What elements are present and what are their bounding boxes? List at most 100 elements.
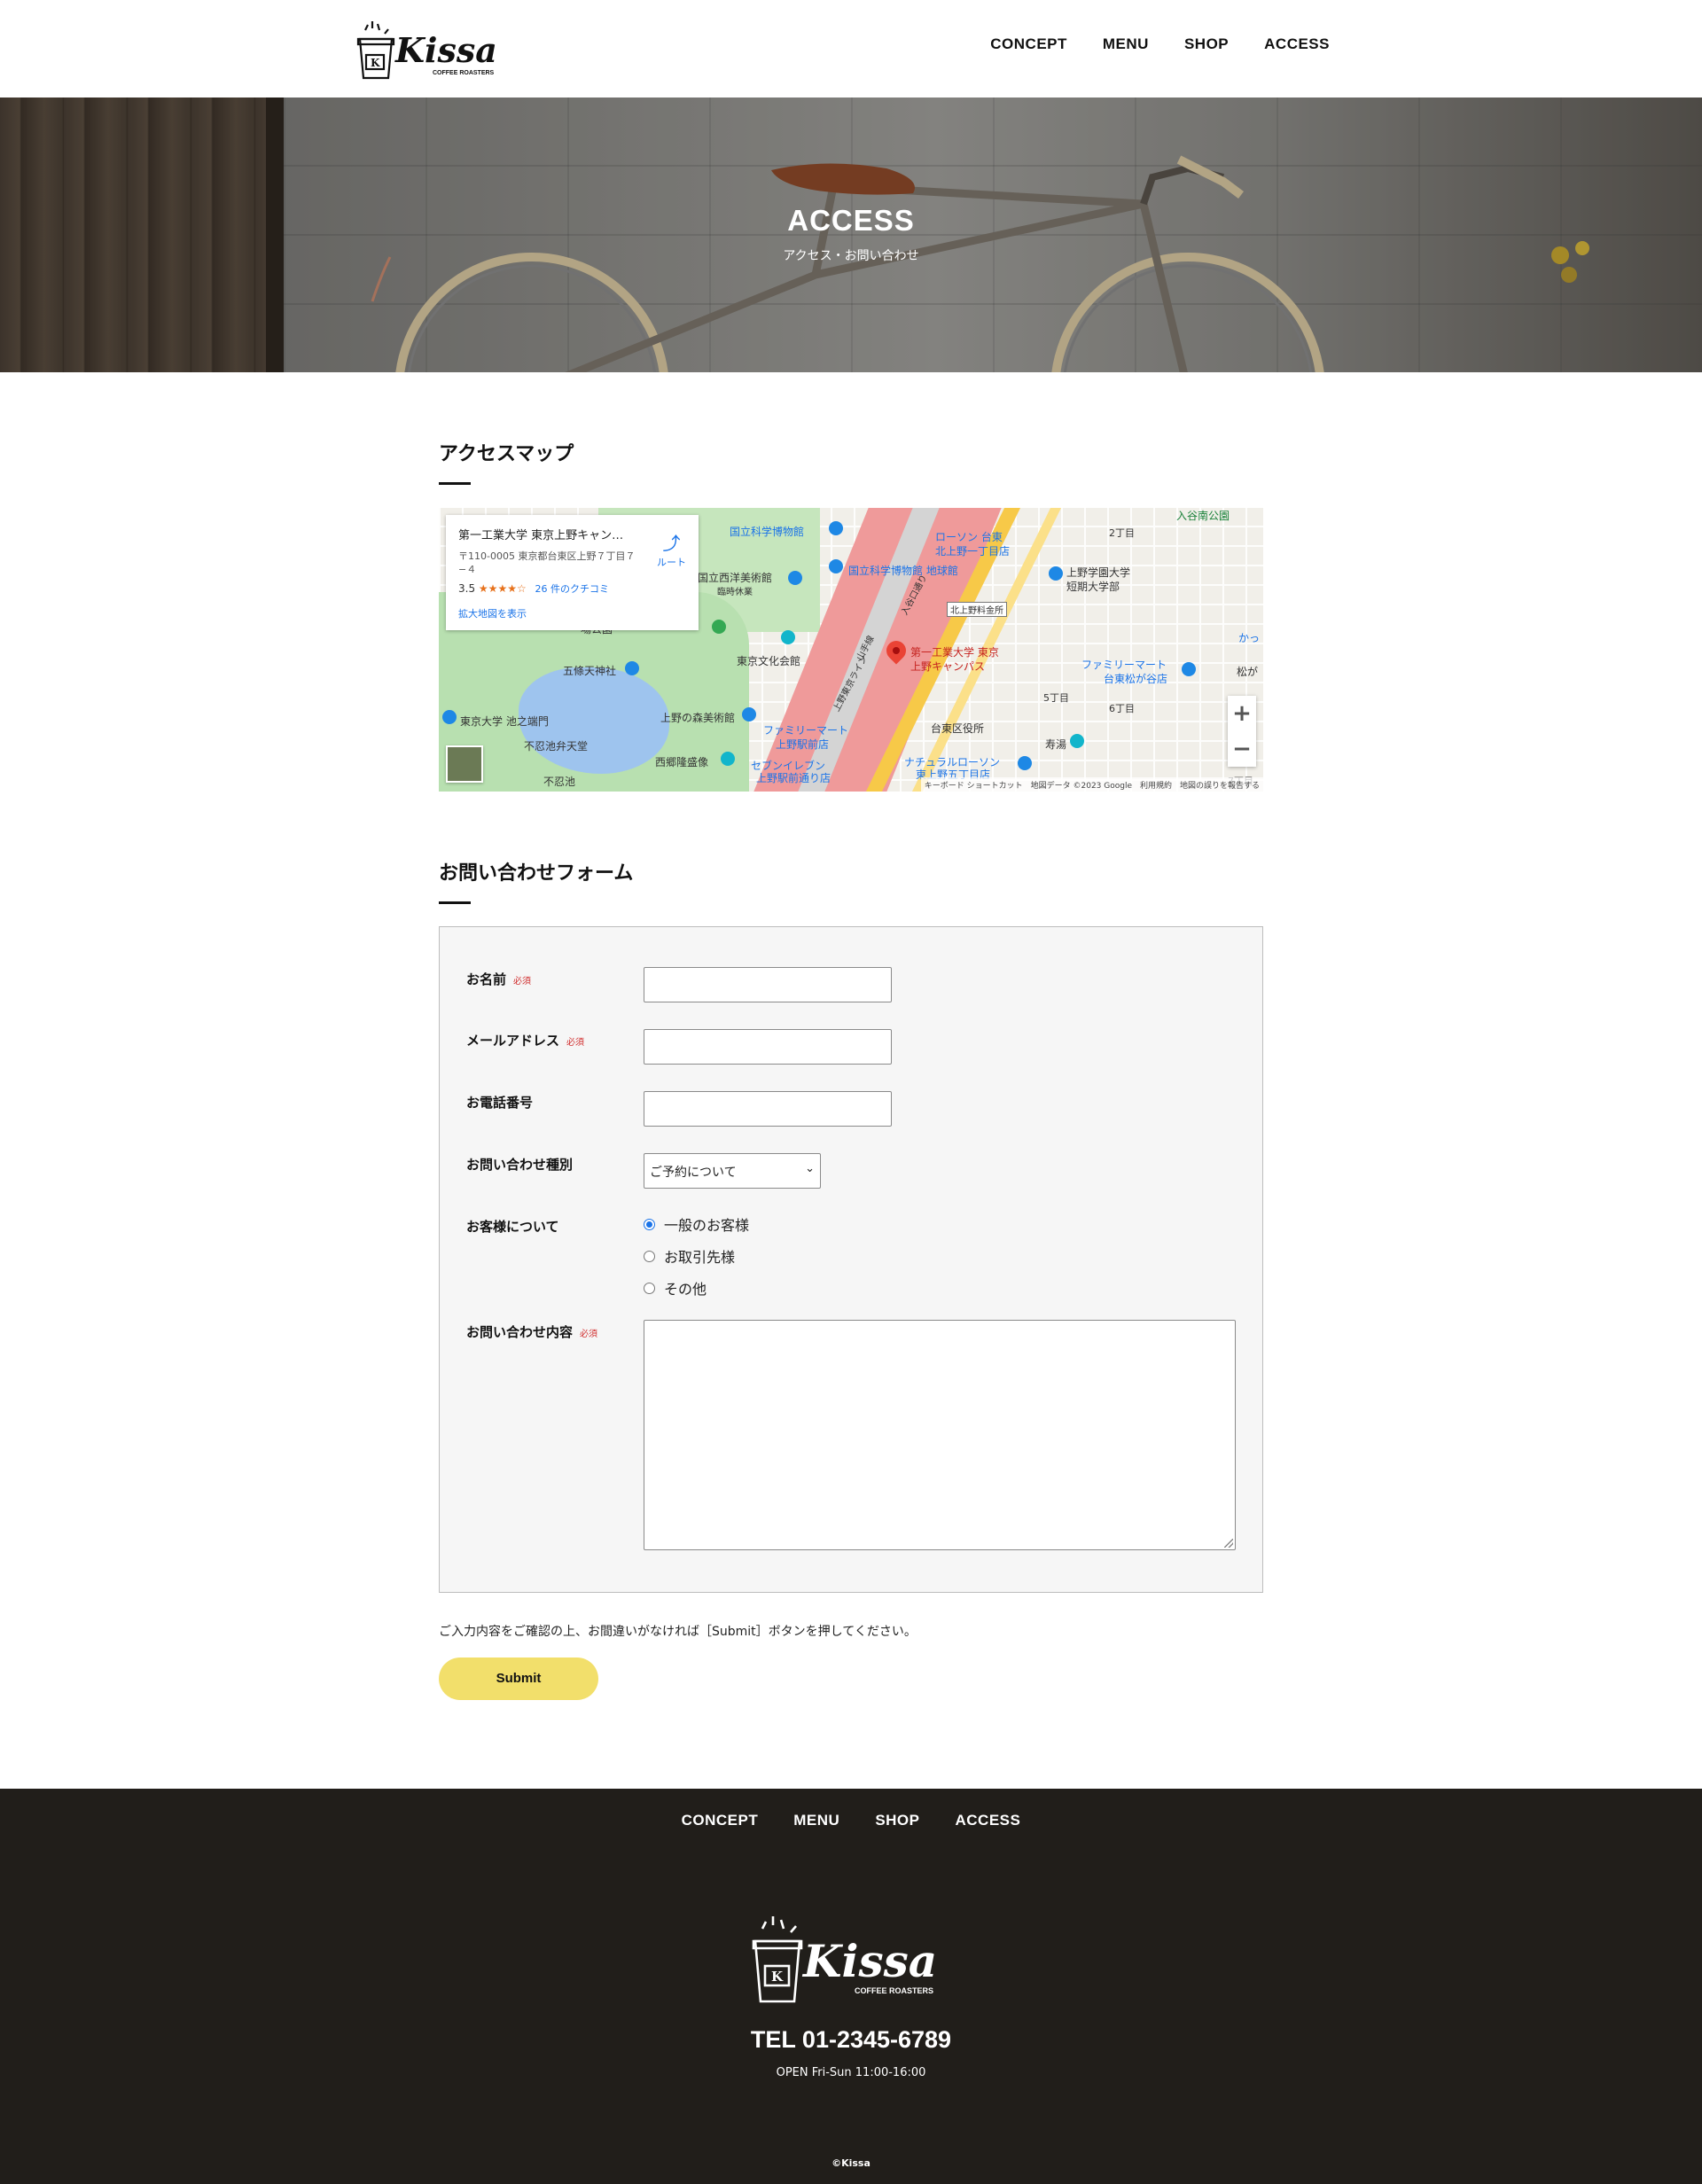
svg-text:K: K: [371, 57, 380, 69]
map-label: 北上野料金所: [947, 602, 1007, 617]
satellite-toggle[interactable]: [446, 745, 483, 783]
site-header: K Kissa COFFEE ROASTERS CONCEPT MENU SHO…: [0, 0, 1702, 98]
map-label: 5丁目: [1043, 692, 1069, 704]
radio-label: お取引先様: [664, 1249, 736, 1266]
footer-nav-shop[interactable]: SHOP: [875, 1812, 919, 1829]
inquiry-type-label: お問い合わせ種別: [466, 1155, 573, 1174]
map-label: 6丁目: [1109, 703, 1135, 714]
footer-nav-access[interactable]: ACCESS: [956, 1812, 1021, 1829]
nav-menu[interactable]: MENU: [1103, 35, 1149, 53]
view-larger-map-link[interactable]: 拡大地図を表示: [458, 606, 686, 620]
email-input[interactable]: [644, 1029, 892, 1065]
hero-banner: ACCESS アクセス・お問い合わせ: [0, 98, 1702, 372]
footer-kissa-logo[interactable]: K Kissa COFFEE ROASTERS: [745, 1904, 957, 2010]
footer-nav: CONCEPT MENU SHOP ACCESS: [0, 1812, 1702, 1829]
name-input[interactable]: [644, 967, 892, 1002]
radio-selected-icon[interactable]: [644, 1218, 655, 1230]
map-label[interactable]: 上野の森美術館: [660, 710, 735, 725]
map-label: 松が: [1237, 666, 1259, 678]
map-label[interactable]: 東京文化会館: [737, 653, 800, 668]
name-label: お名前 必須: [466, 970, 531, 988]
kissa-logo[interactable]: K Kissa COFFEE ROASTERS: [351, 12, 511, 83]
zoom-in-button[interactable]: +: [1228, 696, 1256, 731]
nav-shop[interactable]: SHOP: [1184, 35, 1229, 53]
landmark-icon[interactable]: [442, 710, 457, 724]
map-label: 短期大学部: [1066, 581, 1120, 593]
reviews-link[interactable]: 26 件のクチコミ: [535, 583, 610, 595]
museum-icon[interactable]: [829, 559, 843, 573]
zoom-out-button[interactable]: −: [1228, 731, 1256, 767]
required-badge: 必須: [566, 1038, 585, 1048]
store-icon[interactable]: [1018, 756, 1032, 770]
inquiry-type-select[interactable]: ご予約について ⌄: [644, 1153, 821, 1189]
museum-icon[interactable]: [829, 521, 843, 535]
email-label-text: メールアドレス: [466, 1033, 560, 1049]
map-label[interactable]: 台東区役所: [931, 721, 984, 736]
map-label: 2丁目: [1109, 527, 1135, 539]
footer-copyright: ©Kissa: [831, 2157, 871, 2169]
place-address: 〒110-0005 東京都台東区上野７丁目７−４: [458, 550, 636, 575]
svg-text:COFFEE ROASTERS: COFFEE ROASTERS: [855, 1986, 933, 1995]
map-label[interactable]: 国立科学博物館 地球館: [848, 563, 958, 578]
directions-button[interactable]: ⤴ ルート: [657, 529, 686, 569]
statue-icon[interactable]: [721, 752, 735, 766]
map-label[interactable]: ファミリーマート: [1081, 657, 1167, 672]
required-badge: 必須: [513, 977, 532, 987]
svg-text:Kissa: Kissa: [801, 1935, 937, 1987]
map-attribution[interactable]: キーボード ショートカット 地図データ ©2023 Google 利用規約 地図…: [920, 777, 1263, 792]
radio-general-customer[interactable]: 一般のお客様: [644, 1213, 749, 1235]
submit-button[interactable]: Submit: [439, 1658, 598, 1700]
email-label: メールアドレス 必須: [466, 1031, 584, 1049]
phone-input[interactable]: [644, 1091, 892, 1127]
page-subtitle: アクセス・お問い合わせ: [783, 249, 919, 263]
radio-other[interactable]: その他: [644, 1277, 707, 1299]
svg-text:Kissa: Kissa: [394, 30, 497, 70]
directions-icon: ⤴: [662, 533, 681, 554]
map-label[interactable]: 入谷南公園: [1176, 508, 1230, 523]
map-label[interactable]: 不忍池弁天堂: [524, 738, 588, 753]
map-label[interactable]: 不忍池: [543, 774, 575, 789]
map-label[interactable]: 五條天神社: [563, 663, 616, 678]
inquiry-type-value: ご予約について: [650, 1166, 737, 1180]
resize-handle-icon[interactable]: [1224, 1539, 1233, 1548]
museum-icon[interactable]: [788, 571, 802, 585]
message-textarea[interactable]: [644, 1320, 1236, 1550]
radio-business-partner[interactable]: お取引先様: [644, 1245, 735, 1267]
map-label[interactable]: 北上野一丁目店: [935, 543, 1010, 558]
google-map[interactable]: 国立科学博物館 国立西洋美術館 臨時休業 国立科学博物館 地球館 ローソン 台東…: [439, 508, 1263, 792]
museum-icon[interactable]: [742, 707, 756, 722]
footer-phone[interactable]: TEL 01-2345-6789: [0, 2026, 1702, 2054]
bath-icon[interactable]: [1070, 734, 1084, 748]
map-label[interactable]: 国立科学博物館: [730, 524, 804, 539]
main-nav: CONCEPT MENU SHOP ACCESS: [990, 35, 1330, 53]
map-label[interactable]: ファミリーマート: [763, 722, 848, 737]
star-rating-icon: ★★★★☆: [478, 582, 527, 595]
rating-value: 3.5: [458, 582, 476, 595]
nav-access[interactable]: ACCESS: [1264, 35, 1330, 53]
school-icon[interactable]: [1049, 566, 1063, 581]
map-label[interactable]: 第一工業大学 東京: [910, 644, 999, 659]
map-label: かっ: [1238, 632, 1261, 644]
map-label[interactable]: 西郷隆盛像: [655, 754, 708, 769]
place-rating: 3.5 ★★★★☆ 26 件のクチコミ: [458, 581, 686, 596]
map-label[interactable]: 国立西洋美術館: [698, 570, 772, 585]
directions-label: ルート: [657, 557, 686, 568]
radio-icon[interactable]: [644, 1250, 655, 1262]
nav-concept[interactable]: CONCEPT: [990, 35, 1067, 53]
footer-nav-menu[interactable]: MENU: [793, 1812, 839, 1829]
store-icon[interactable]: [1182, 662, 1196, 676]
shrine-icon[interactable]: [625, 661, 639, 675]
footer-hours: OPEN Fri-Sun 11:00-16:00: [776, 2066, 926, 2079]
map-label[interactable]: 東京大学 池之端門: [460, 714, 549, 729]
map-label[interactable]: 上野学園大学: [1066, 565, 1130, 580]
music-venue-icon[interactable]: [781, 630, 795, 644]
radio-label: 一般のお客様: [664, 1217, 750, 1234]
map-label: 臨時休業: [717, 588, 753, 597]
map-label[interactable]: ローソン 台東: [935, 529, 1003, 544]
radio-icon[interactable]: [644, 1282, 655, 1294]
map-label[interactable]: 寿湯: [1045, 737, 1066, 752]
access-map-heading: アクセスマップ: [439, 443, 574, 465]
name-label-text: お名前: [466, 971, 507, 987]
footer-nav-concept[interactable]: CONCEPT: [682, 1812, 759, 1829]
place-name[interactable]: 第一工業大学 東京上野キャン…: [458, 526, 636, 542]
